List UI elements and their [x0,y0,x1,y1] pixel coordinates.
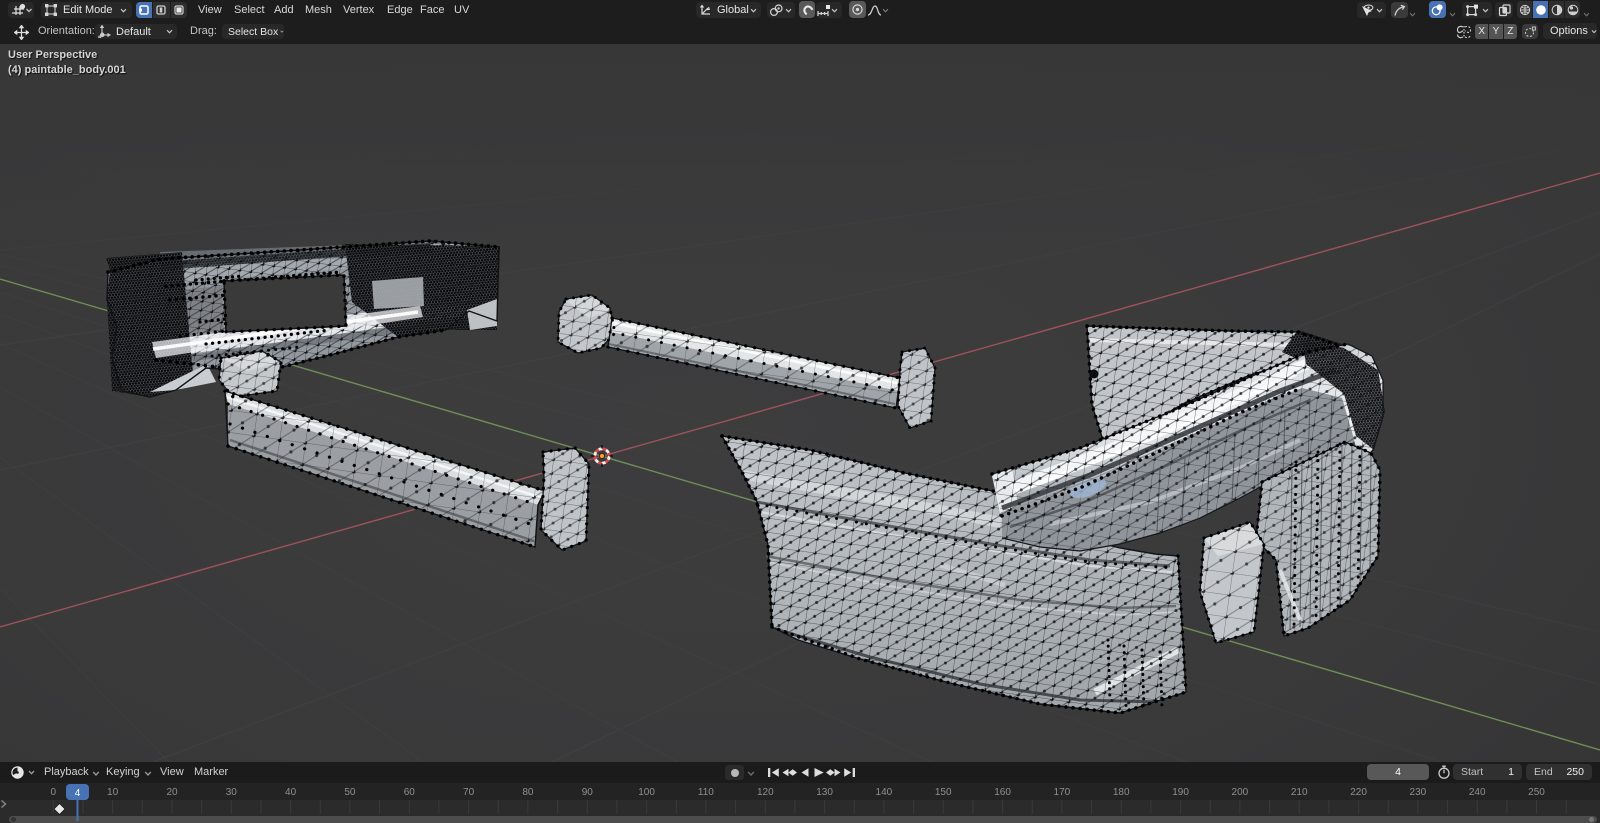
svg-text:40: 40 [285,787,297,798]
svg-text:130: 130 [816,787,833,798]
svg-text:150: 150 [935,787,952,798]
svg-text:10: 10 [107,787,119,798]
svg-text:110: 110 [698,787,714,798]
svg-text:90: 90 [582,787,594,798]
svg-text:200: 200 [1232,787,1249,798]
svg-text:170: 170 [1054,787,1071,798]
svg-text:140: 140 [876,787,893,798]
svg-text:60: 60 [404,787,416,798]
svg-text:30: 30 [226,787,238,798]
svg-text:240: 240 [1469,787,1486,798]
svg-text:0: 0 [51,787,57,798]
svg-text:190: 190 [1172,787,1189,798]
svg-text:230: 230 [1410,787,1427,798]
svg-text:80: 80 [522,787,534,798]
svg-text:160: 160 [994,787,1011,798]
svg-text:220: 220 [1350,787,1367,798]
svg-text:50: 50 [344,787,356,798]
svg-text:70: 70 [463,787,475,798]
svg-text:4: 4 [75,788,81,799]
svg-text:250: 250 [1528,787,1545,798]
svg-text:20: 20 [166,787,178,798]
svg-text:210: 210 [1291,787,1308,798]
svg-text:100: 100 [638,787,655,798]
svg-text:120: 120 [757,787,774,798]
svg-text:180: 180 [1113,787,1130,798]
